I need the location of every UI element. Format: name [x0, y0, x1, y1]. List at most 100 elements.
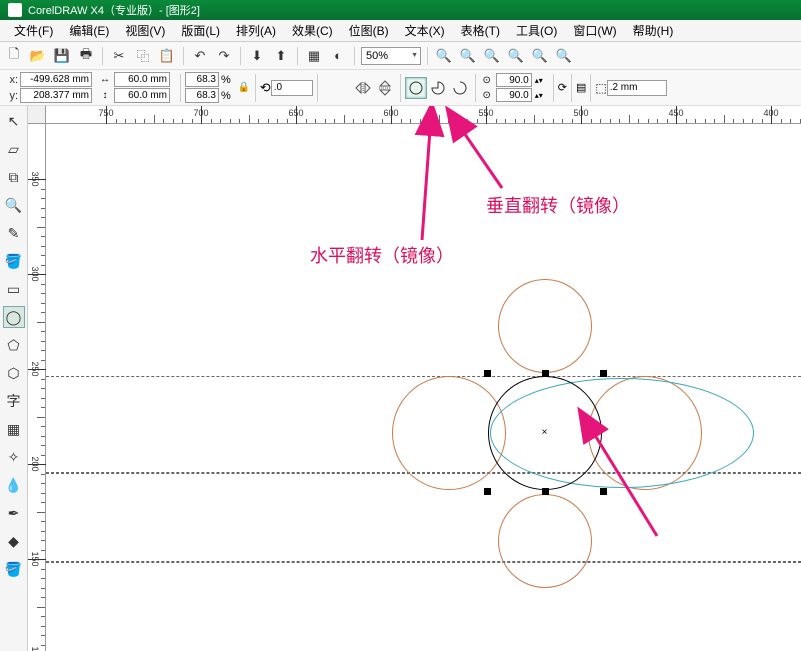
new-icon[interactable]: 🗋 [4, 46, 24, 66]
ellipse-icon [408, 80, 424, 96]
text-tool[interactable]: 字 [3, 390, 25, 412]
selection-handle[interactable] [484, 370, 491, 377]
arc-icon [452, 80, 468, 96]
export-icon[interactable]: ⬆ [271, 46, 291, 66]
selection-handle[interactable] [600, 370, 607, 377]
zoom-fit-icon[interactable]: 🔍 [482, 46, 502, 66]
zoom-tool[interactable]: 🔍 [3, 194, 25, 216]
mirror-horizontal-button[interactable] [352, 77, 374, 99]
smart-fill-tool[interactable]: 🪣 [3, 250, 25, 272]
width-icon: ↔ [98, 73, 112, 87]
arc-start-input[interactable]: 90.0 [496, 73, 532, 87]
rectangle-tool[interactable]: ▭ [3, 278, 25, 300]
horizontal-ruler[interactable]: 750700650600550500450400350 [46, 106, 801, 124]
app-logo-icon [8, 3, 22, 17]
scale-y-input[interactable]: 68.3 [185, 88, 219, 103]
ruler-tick-label: 600 [383, 108, 398, 118]
selection-handle[interactable] [542, 370, 549, 377]
menu-text[interactable]: 文本(X) [397, 20, 453, 41]
menu-effects[interactable]: 效果(C) [284, 20, 341, 41]
guide-line[interactable] [46, 562, 801, 563]
drawing-canvas[interactable]: × ◆•• [46, 124, 801, 651]
menu-arrange[interactable]: 排列(A) [228, 20, 284, 41]
interactive-fill-tool[interactable]: 🪣 [3, 558, 25, 580]
zoom-width-icon[interactable]: 🔍 [506, 46, 526, 66]
scale-x-input[interactable]: 68.3 [185, 72, 219, 87]
zoom-out-icon[interactable]: 🔍 [458, 46, 478, 66]
ellipse-tool[interactable]: ◯ [3, 306, 25, 328]
print-icon[interactable]: 🖶 [76, 46, 96, 66]
welcome-icon[interactable]: ◐ [328, 46, 348, 66]
spinner-icon[interactable]: ▴▾ [535, 91, 543, 100]
app-launcher-icon[interactable]: ▦ [304, 46, 324, 66]
mirror-h-icon [354, 81, 372, 95]
y-position-input[interactable]: 208.377 mm [20, 88, 92, 103]
ruler-tick-label: 350 [30, 171, 40, 186]
pie-type-button[interactable] [427, 77, 449, 99]
menu-window[interactable]: 窗口(W) [565, 20, 624, 41]
redo-icon[interactable]: ↷ [214, 46, 234, 66]
dimension-tool[interactable]: ✧ [3, 446, 25, 468]
zoom-in-icon[interactable]: 🔍 [434, 46, 454, 66]
vertical-ruler[interactable]: 350300250200150100 [28, 124, 46, 651]
zoom-page-icon[interactable]: 🔍 [554, 46, 574, 66]
basic-shapes-tool[interactable]: ⬡ [3, 362, 25, 384]
circle-bottom[interactable] [498, 494, 592, 588]
wrap-text-icon[interactable]: ▤ [576, 81, 586, 94]
outline-width-input[interactable]: .2 mm [607, 80, 667, 96]
arc-type-button[interactable] [449, 77, 471, 99]
paste-icon[interactable]: 📋 [157, 46, 177, 66]
ruler-corner[interactable] [28, 106, 46, 124]
title-text: CorelDRAW X4（专业版）- [图形2] [28, 2, 200, 18]
height-input[interactable]: 60.0 mm [114, 88, 170, 103]
cut-icon[interactable]: ✂ [109, 46, 129, 66]
direction-icon[interactable]: ⟳ [558, 81, 567, 94]
ellipse-type-button[interactable] [405, 77, 427, 99]
menu-file[interactable]: 文件(F) [6, 20, 61, 41]
width-input[interactable]: 60.0 mm [114, 72, 170, 87]
guide-line[interactable] [46, 376, 801, 377]
outline-tool[interactable]: ✒ [3, 502, 25, 524]
arc-end-input[interactable]: 90.0 [496, 88, 532, 102]
undo-icon[interactable]: ↶ [190, 46, 210, 66]
menu-help[interactable]: 帮助(H) [625, 20, 682, 41]
mirror-vertical-button[interactable] [374, 77, 396, 99]
menu-view[interactable]: 视图(V) [117, 20, 173, 41]
lock-ratio-icon[interactable]: 🔒 [237, 81, 251, 95]
fill-tool[interactable]: ◆ [3, 530, 25, 552]
zoom-level-input[interactable]: 50% [361, 47, 421, 65]
table-tool[interactable]: ▦ [3, 418, 25, 440]
pick-tool[interactable]: ↖ [3, 110, 25, 132]
shape-tool[interactable]: ▱ [3, 138, 25, 160]
open-icon[interactable]: 📂 [28, 46, 48, 66]
spinner-icon[interactable]: ▴▾ [535, 76, 543, 85]
freehand-tool[interactable]: ✎ [3, 222, 25, 244]
circle-top[interactable] [498, 279, 592, 373]
ruler-tick-label: 500 [573, 108, 588, 118]
polygon-tool[interactable]: ⬠ [3, 334, 25, 356]
ruler-tick-label: 700 [193, 108, 208, 118]
selection-handle[interactable] [542, 488, 549, 495]
ruler-tick-label: 650 [288, 108, 303, 118]
import-icon[interactable]: ⬇ [247, 46, 267, 66]
crop-tool[interactable]: ⧉ [3, 166, 25, 188]
zoom-height-icon[interactable]: 🔍 [530, 46, 550, 66]
menu-bitmap[interactable]: 位图(B) [341, 20, 397, 41]
percent-label: % [221, 90, 231, 102]
y-label: y: [4, 90, 18, 102]
selection-handle[interactable] [600, 488, 607, 495]
eyedropper-tool[interactable]: 💧 [3, 474, 25, 496]
canvas-area: 750700650600550500450400350 350300250200… [28, 106, 801, 651]
selection-handle[interactable] [484, 488, 491, 495]
annotation-h-flip: 水平翻转（镜像） [310, 242, 454, 268]
menu-layout[interactable]: 版面(L) [173, 20, 228, 41]
copy-icon[interactable]: ⿻ [133, 46, 153, 66]
menu-edit[interactable]: 编辑(E) [61, 20, 117, 41]
selection-center[interactable]: × [540, 428, 549, 437]
x-position-input[interactable]: -499.628 mm [20, 72, 92, 87]
menu-table[interactable]: 表格(T) [453, 20, 508, 41]
menu-tools[interactable]: 工具(O) [508, 20, 565, 41]
save-icon[interactable]: 💾 [52, 46, 72, 66]
rotation-input[interactable]: .0 [271, 80, 313, 96]
ruler-tick-label: 300 [30, 266, 40, 281]
